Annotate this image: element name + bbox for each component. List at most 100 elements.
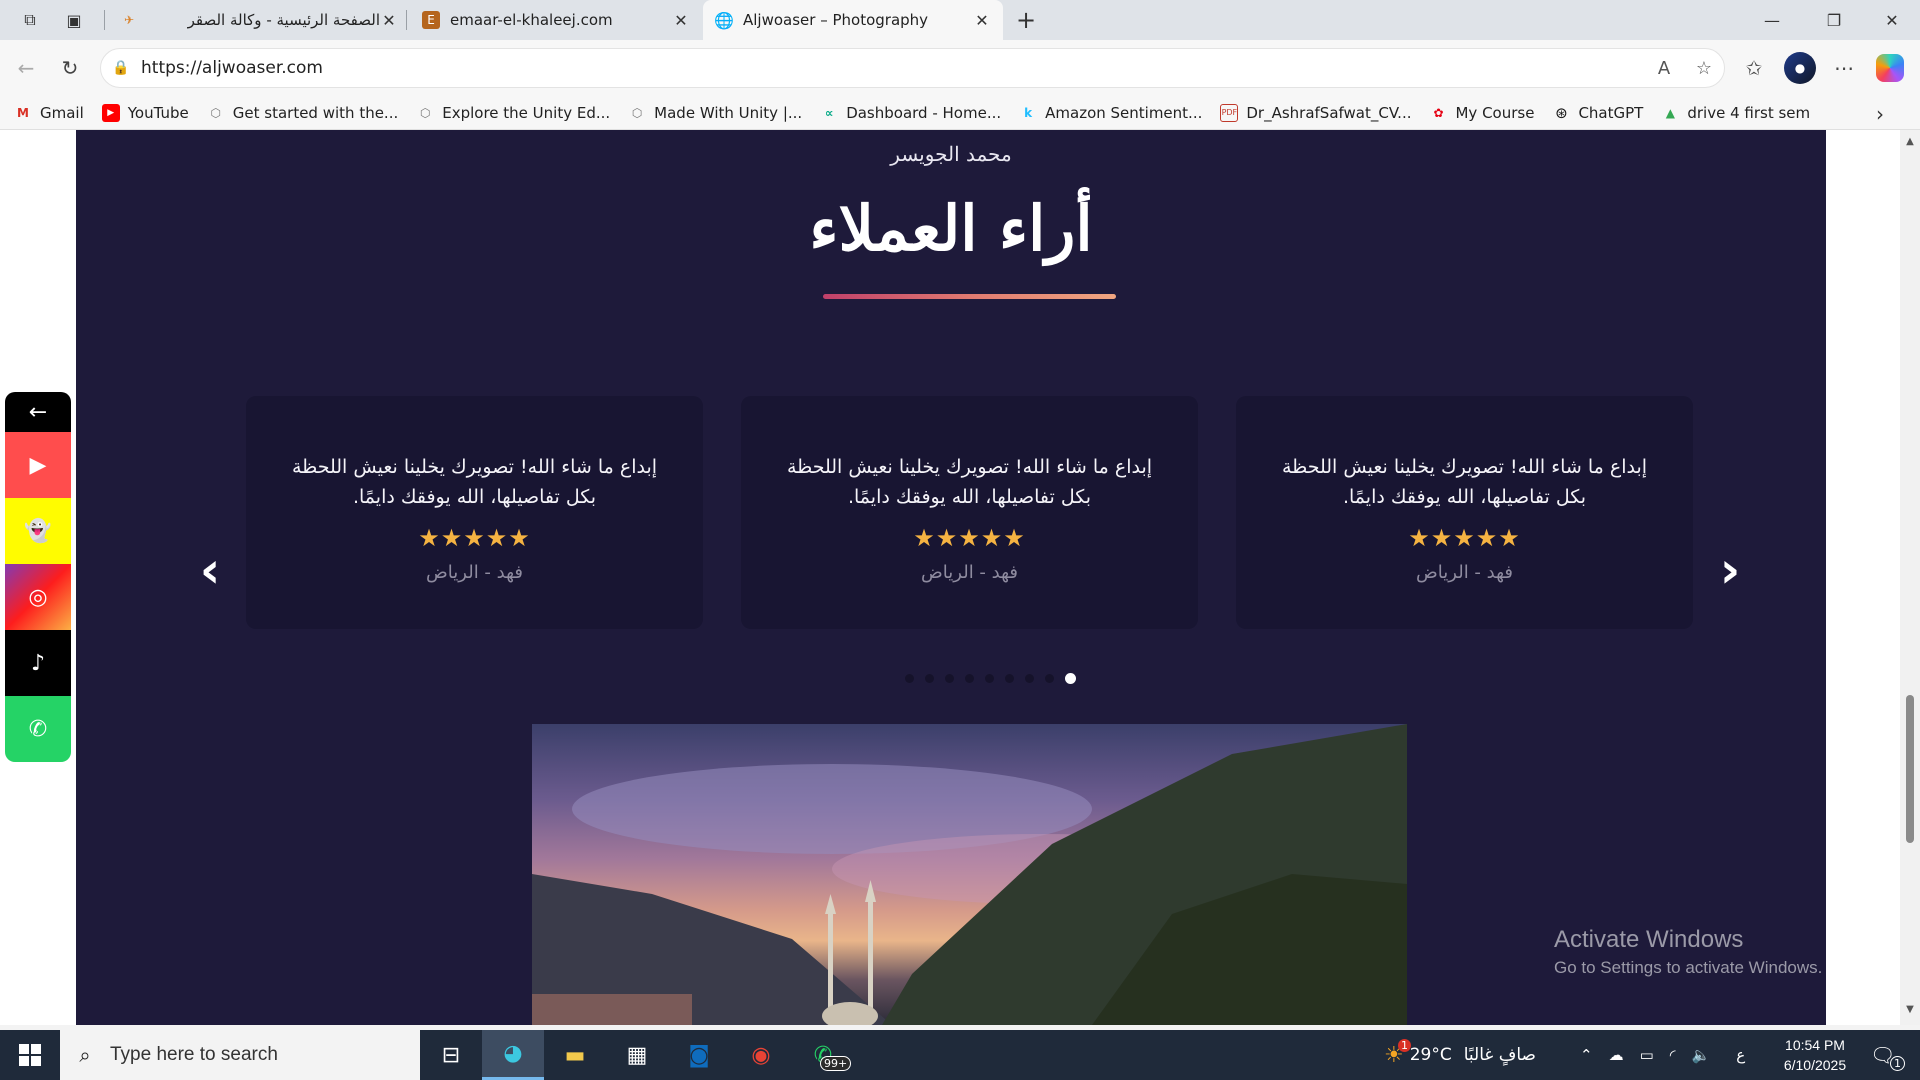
more-options-icon[interactable]: ⋯ <box>1828 52 1860 84</box>
watermark-title: Activate Windows <box>1554 926 1744 953</box>
carousel-dot[interactable] <box>944 674 954 683</box>
bookmark-unity-explore[interactable]: ⬡ Explore the Unity Ed... <box>416 104 610 122</box>
bookmark-drive[interactable]: ▲ drive 4 first sem <box>1661 104 1810 122</box>
browser-toolbar: ← ↻ 🔒 https://aljwoaser.com A ☆ ✩ ● ⋯ <box>0 40 1920 96</box>
close-icon[interactable]: ✕ <box>973 11 991 30</box>
page-scrollbar[interactable]: ▲ ▼ <box>1900 130 1920 1025</box>
favorites-icon[interactable]: ✩ <box>1738 52 1770 84</box>
carousel-next-button[interactable]: › <box>1710 541 1750 599</box>
notification-badge: 99+ <box>820 1056 852 1071</box>
vertical-tabs-icon[interactable]: ▣ <box>62 8 86 32</box>
bookmark-amazon-sentiment[interactable]: k Amazon Sentiment... <box>1019 104 1202 122</box>
bookmark-gmail[interactable]: M Gmail <box>14 104 84 122</box>
edge-browser-icon[interactable]: ◕ <box>482 1030 544 1080</box>
weather-temperature: 29°C <box>1409 1045 1452 1065</box>
carousel-dot[interactable] <box>924 674 934 683</box>
taskbar-search-box[interactable]: ⌕ Type here to search <box>60 1030 420 1080</box>
scroll-thumb[interactable] <box>1906 695 1914 843</box>
onedrive-cloud-icon[interactable]: ☁ <box>1609 1046 1624 1064</box>
bookmark-label: ChatGPT <box>1578 103 1644 122</box>
chrome-icon[interactable]: ◉ <box>730 1030 792 1080</box>
notifications-icon[interactable]: 🗨 1 <box>1870 1030 1905 1080</box>
url-text[interactable]: https://aljwoaser.com <box>141 58 1644 78</box>
minimize-icon[interactable]: — <box>1744 0 1800 40</box>
snapchat-icon[interactable]: 👻 <box>5 498 71 564</box>
bookmark-label: drive 4 first sem <box>1687 103 1811 122</box>
tab-aljwoaser[interactable]: 🌐 Aljwoaser – Photography ✕ <box>703 0 1003 40</box>
address-bar[interactable]: 🔒 https://aljwoaser.com A ☆ <box>100 48 1725 88</box>
battery-icon[interactable]: ▭ <box>1640 1046 1654 1064</box>
bookmark-cv-pdf[interactable]: PDF Dr_AshrafSafwat_CV... <box>1220 103 1412 122</box>
carousel-dot[interactable] <box>904 674 914 683</box>
bookmark-chatgpt[interactable]: ⊛ ChatGPT <box>1552 104 1643 122</box>
tab-label: الصفحة الرئيسية - وكالة الصقر <box>187 11 380 29</box>
bookmark-label: Amazon Sentiment... <box>1045 103 1203 122</box>
bookmark-my-course[interactable]: ✿ My Course <box>1429 104 1534 122</box>
bookmarks-bar: M Gmail ▶ YouTube ⬡ Get started with the… <box>0 96 1920 130</box>
tiktok-icon[interactable]: ♪ <box>5 630 71 696</box>
favorite-star-icon[interactable]: ☆ <box>1684 58 1724 79</box>
file-explorer-icon[interactable]: ▬ <box>544 1030 606 1080</box>
bookmark-unity-get-started[interactable]: ⬡ Get started with the... <box>207 104 399 122</box>
carousel-dot[interactable] <box>984 674 994 683</box>
bookmark-label: Made With Unity |... <box>654 103 803 122</box>
bookmark-made-with-unity[interactable]: ⬡ Made With Unity |... <box>628 104 802 122</box>
social-collapse-button[interactable]: ← <box>5 392 71 432</box>
read-aloud-icon[interactable]: A <box>1644 58 1684 79</box>
bookmark-label: Dr_AshrafSafwat_CV... <box>1246 103 1412 122</box>
tab-emaar[interactable]: E emaar-el-khaleej.com ✕ <box>410 0 702 40</box>
whatsapp-app-icon[interactable]: ✆ 99+ <box>792 1030 854 1080</box>
system-clock[interactable]: 10:54 PM 6/10/2025 <box>1760 1035 1870 1075</box>
tab-alsaqr[interactable]: ✈ الصفحة الرئيسية - وكالة الصقر ✕ <box>108 0 410 40</box>
unity-icon: ⬡ <box>419 105 431 120</box>
windows-start-button[interactable] <box>0 1030 60 1080</box>
scroll-down-icon[interactable]: ▼ <box>1903 1004 1917 1015</box>
bookmark-youtube[interactable]: ▶ YouTube <box>101 103 189 122</box>
back-arrow-icon[interactable]: ← <box>10 52 42 84</box>
task-view-icon[interactable]: ⊟ <box>420 1030 482 1080</box>
pdf-icon: PDF <box>1220 103 1239 122</box>
scroll-up-icon[interactable]: ▲ <box>1903 136 1917 147</box>
language-indicator[interactable]: ع <box>1736 1046 1745 1064</box>
chevron-right-icon[interactable]: › <box>1876 102 1884 126</box>
lock-icon[interactable]: 🔒 <box>101 60 141 76</box>
bookmark-label: Explore the Unity Ed... <box>442 103 611 122</box>
google-drive-icon: ▲ <box>1665 105 1675 120</box>
weather-widget[interactable]: ☀ 1 29°C صافٍ غالبًا <box>1384 1030 1536 1080</box>
globe-icon: 🌐 <box>714 10 734 30</box>
carousel-prev-button[interactable]: ‹ <box>190 541 230 599</box>
carousel-dot[interactable] <box>1064 673 1076 684</box>
avatar[interactable]: ● <box>1784 52 1816 84</box>
tab-label: Aljwoaser – Photography <box>743 11 929 29</box>
refresh-icon[interactable]: ↻ <box>54 52 86 84</box>
workspaces-icon[interactable]: ⧉ <box>18 8 42 32</box>
weather-description: صافٍ غالبًا <box>1463 1045 1536 1065</box>
new-tab-button[interactable]: + <box>1014 6 1038 34</box>
copilot-icon[interactable] <box>1876 54 1904 82</box>
carousel-dot[interactable] <box>1004 674 1014 683</box>
carousel-dot[interactable] <box>1044 674 1054 683</box>
carousel-dot[interactable] <box>964 674 974 683</box>
whatsapp-icon[interactable]: ✆ <box>5 696 71 762</box>
testimonial-quote: إبداع ما شاء الله! تصويرك يخلينا نعيش ال… <box>786 456 1153 508</box>
author-name: محمد الجويسر <box>890 142 1012 166</box>
close-icon[interactable]: ✕ <box>380 11 398 30</box>
close-icon[interactable]: ✕ <box>672 11 690 30</box>
bookmark-label: YouTube <box>127 103 189 122</box>
wifi-icon[interactable]: ◜ <box>1670 1046 1676 1064</box>
youtube-icon[interactable]: ▶ <box>5 432 71 498</box>
speaker-icon[interactable]: 🔈 <box>1692 1046 1711 1064</box>
outlook-icon[interactable]: ◙ <box>668 1030 730 1080</box>
weather-sun-icon: ☀ 1 <box>1384 1038 1411 1068</box>
chevron-up-icon[interactable]: ⌃ <box>1580 1046 1593 1064</box>
close-window-icon[interactable]: ✕ <box>1864 0 1920 40</box>
bookmark-dashboard[interactable]: ∝ Dashboard - Home... <box>820 104 1001 122</box>
carousel-dot[interactable] <box>1024 674 1034 683</box>
restore-icon[interactable]: ❐ <box>1806 0 1862 40</box>
instagram-icon[interactable]: ◎ <box>5 564 71 630</box>
mountain-mosque-scene <box>532 724 1407 1025</box>
gmail-icon: M <box>17 105 29 120</box>
windows-logo-icon <box>19 1044 41 1066</box>
microsoft-store-icon[interactable]: ▦ <box>606 1030 668 1080</box>
rating-stars: ★★★★★ <box>913 524 1026 552</box>
